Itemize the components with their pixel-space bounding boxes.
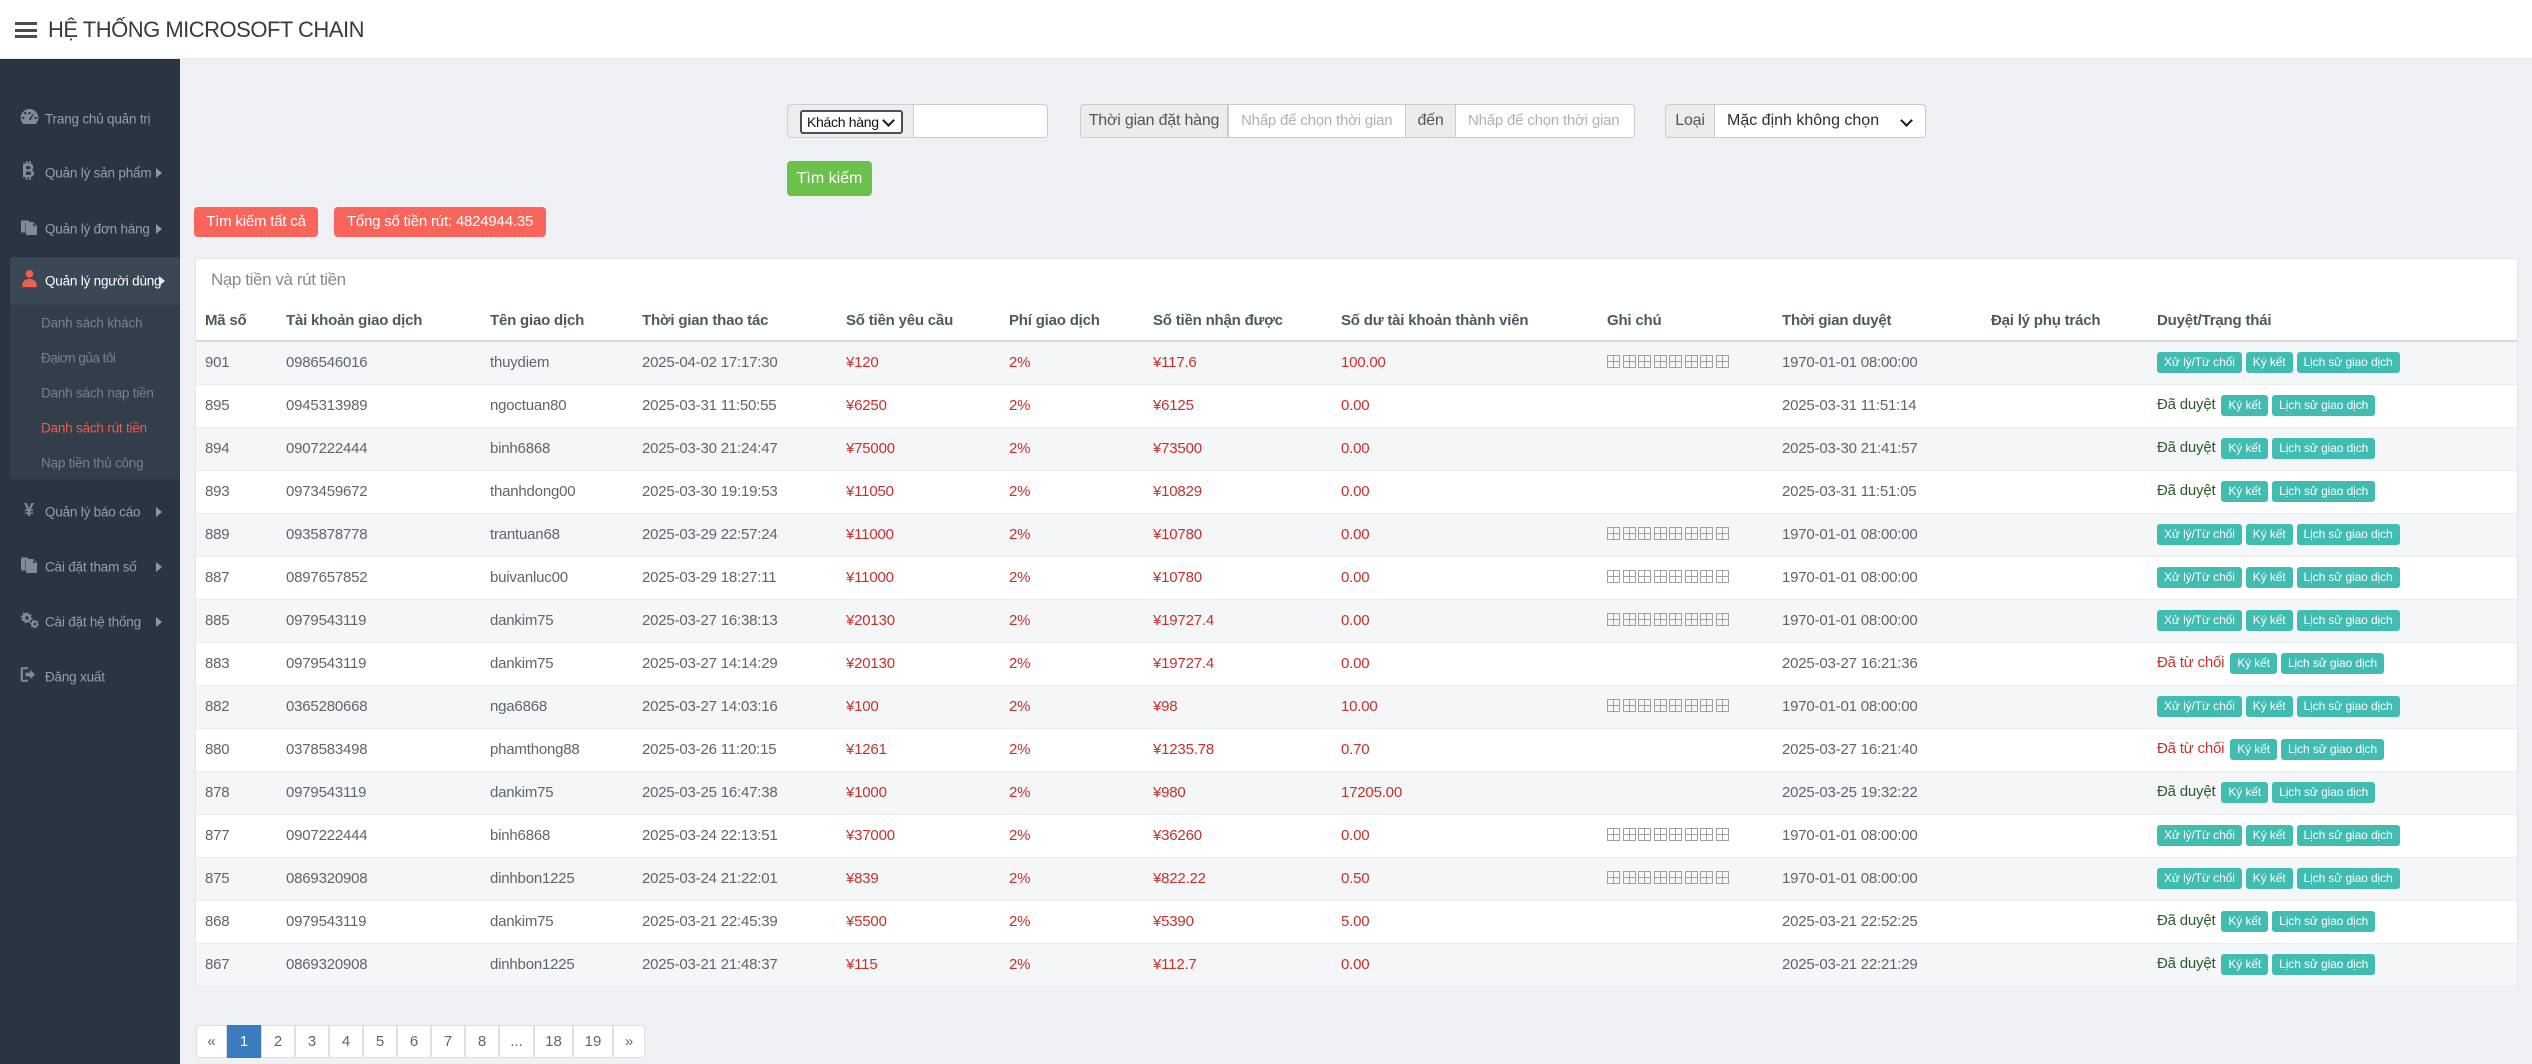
svg-text:¥: ¥	[24, 501, 34, 519]
